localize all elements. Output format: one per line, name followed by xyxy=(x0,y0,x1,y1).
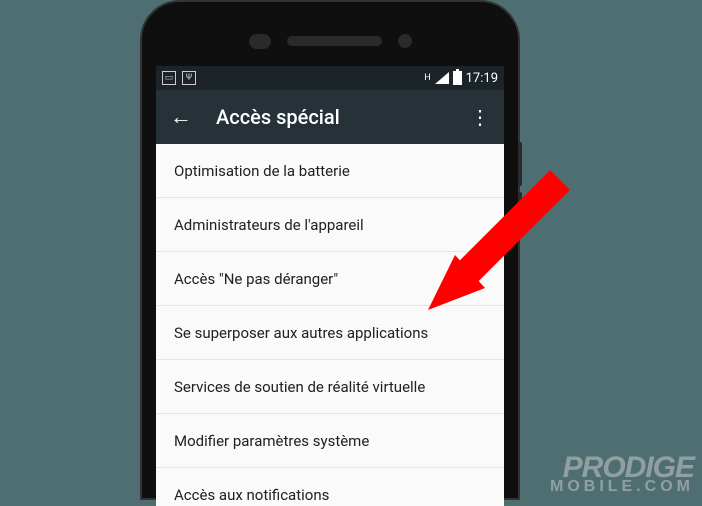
list-item-label: Accès aux notifications xyxy=(174,486,329,504)
camera-hole xyxy=(249,34,271,49)
list-item-label: Optimisation de la batterie xyxy=(174,162,350,180)
network-type: H xyxy=(424,73,430,83)
list-item-label: Accès "Ne pas déranger" xyxy=(174,270,338,288)
watermark-line1: PRODIGE xyxy=(550,455,694,481)
back-arrow-icon[interactable]: ← xyxy=(170,104,192,130)
list-item-battery-optimization[interactable]: Optimisation de la batterie xyxy=(156,144,504,198)
list-item-label: Modifier paramètres système xyxy=(174,432,369,450)
list-item-modify-system[interactable]: Modifier paramètres système xyxy=(156,414,504,468)
phone-hardware-top xyxy=(156,16,504,66)
list-item-overlay-apps[interactable]: Se superposer aux autres applications xyxy=(156,306,504,360)
image-icon: ▭ xyxy=(162,71,176,85)
status-bar: ▭ Ψ H 17:19 xyxy=(156,66,504,90)
list-item-notification-access[interactable]: Accès aux notifications xyxy=(156,468,504,506)
screen: ▭ Ψ H 17:19 ← Accès spécial ⋮ Optimisati… xyxy=(156,66,504,506)
settings-list: Optimisation de la batterie Administrate… xyxy=(156,144,504,506)
volume-down-button[interactable] xyxy=(518,192,522,236)
list-item-vr-services[interactable]: Services de soutien de réalité virtuelle xyxy=(156,360,504,414)
battery-icon xyxy=(453,71,462,85)
more-vert-icon[interactable]: ⋮ xyxy=(470,105,490,129)
watermark-line2: MOBILE.COM xyxy=(550,480,694,494)
sensor-dot xyxy=(398,34,412,48)
list-item-do-not-disturb[interactable]: Accès "Ne pas déranger" xyxy=(156,252,504,306)
list-item-device-admins[interactable]: Administrateurs de l'appareil xyxy=(156,198,504,252)
usb-icon: Ψ xyxy=(182,71,196,85)
volume-up-button[interactable] xyxy=(518,142,522,186)
watermark: PRODIGE MOBILE.COM xyxy=(550,455,694,494)
speaker-grille xyxy=(287,36,382,46)
list-item-label: Se superposer aux autres applications xyxy=(174,324,428,342)
list-item-label: Administrateurs de l'appareil xyxy=(174,216,364,234)
clock: 17:19 xyxy=(466,71,498,86)
page-title: Accès spécial xyxy=(216,105,446,129)
app-bar: ← Accès spécial ⋮ xyxy=(156,90,504,144)
phone-frame: ▭ Ψ H 17:19 ← Accès spécial ⋮ Optimisati… xyxy=(140,0,520,500)
signal-icon xyxy=(435,72,449,84)
list-item-label: Services de soutien de réalité virtuelle xyxy=(174,378,425,396)
